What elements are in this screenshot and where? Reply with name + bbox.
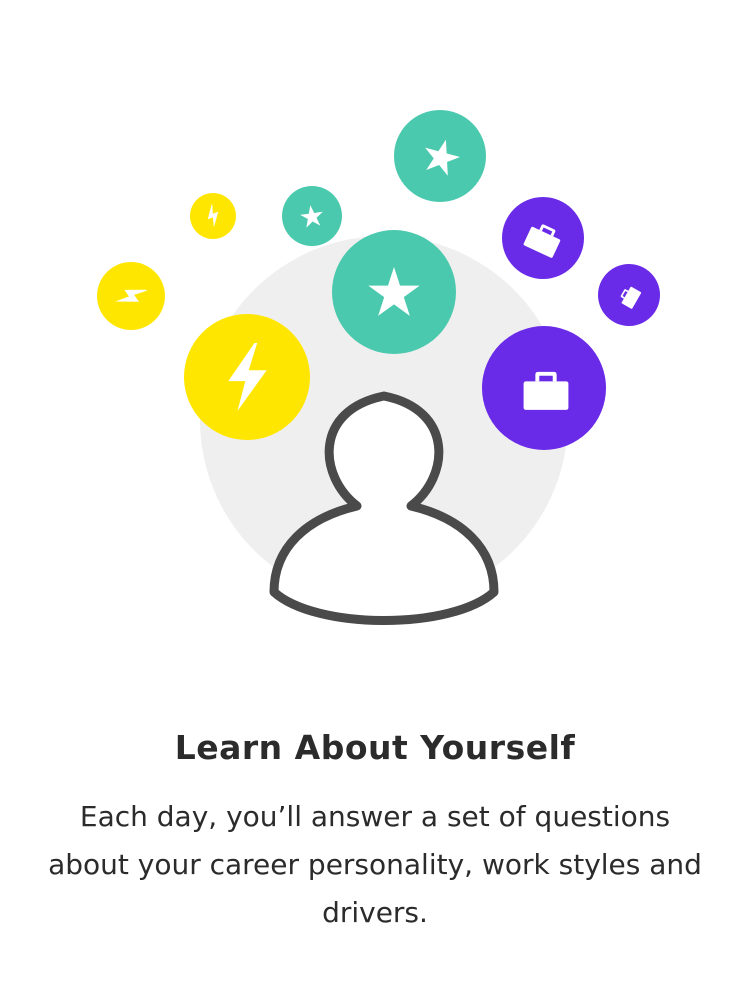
screen-description: Each day, you’ll answer a set of questio… xyxy=(48,800,702,929)
star-bubble-large xyxy=(332,230,456,354)
screen-title: Learn About Yourself xyxy=(174,728,576,767)
briefcase-bubble-large xyxy=(482,326,606,450)
lightning-bubble-small xyxy=(190,193,236,239)
briefcase-bubble-small xyxy=(598,264,660,326)
lightning-bubble-large xyxy=(184,314,310,440)
lightning-bubble-medium xyxy=(97,262,165,330)
star-bubble-medium xyxy=(394,110,486,202)
onboarding-illustration xyxy=(97,110,660,625)
briefcase-bubble-medium xyxy=(502,197,584,279)
star-bubble-small xyxy=(282,186,342,246)
